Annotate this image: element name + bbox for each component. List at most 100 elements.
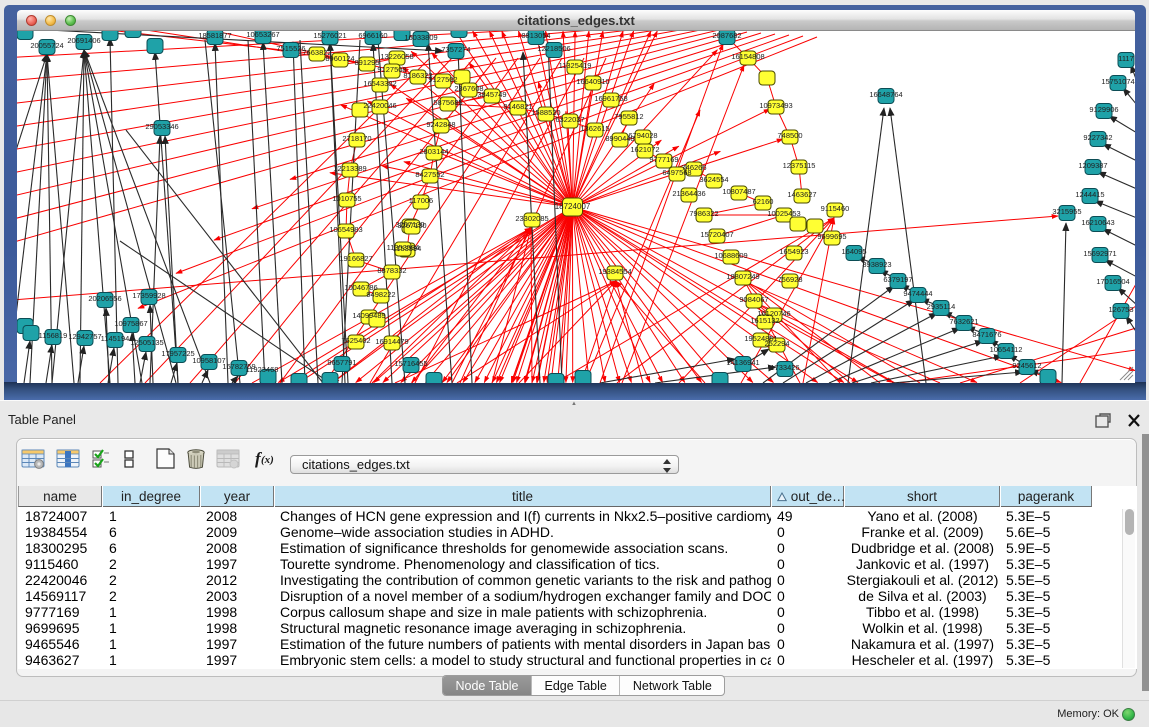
svg-text:3215955: 3215955 [1052, 207, 1081, 216]
svg-text:29053346: 29053346 [145, 122, 178, 131]
svg-text:7357274: 7357274 [441, 45, 470, 54]
svg-text:9129906: 9129906 [1089, 105, 1118, 114]
svg-text:16154808: 16154808 [731, 52, 764, 61]
svg-text:7625402: 7625402 [341, 336, 370, 345]
svg-text:10654983: 10654983 [329, 225, 362, 234]
svg-text:3845749: 3845749 [477, 90, 506, 99]
svg-text:15751074: 15751074 [1101, 77, 1134, 86]
svg-text:1463627: 1463627 [787, 190, 816, 199]
svg-text:6794028: 6794028 [628, 131, 657, 140]
svg-text:164095: 164095 [841, 247, 866, 256]
svg-text:1615132: 1615132 [750, 316, 779, 325]
svg-text:8813054: 8813054 [521, 31, 550, 40]
svg-text:748500: 748500 [777, 131, 802, 140]
svg-text:1733426: 1733426 [770, 363, 799, 372]
svg-text:1621072: 1621072 [630, 145, 659, 154]
svg-text:9498222: 9498222 [366, 290, 395, 299]
svg-text:9699695: 9699695 [817, 232, 846, 241]
svg-text:20206556: 20206556 [88, 294, 121, 303]
svg-text:20055724: 20055724 [30, 41, 63, 50]
svg-text:21364436: 21364436 [672, 189, 705, 198]
svg-text:9115460: 9115460 [821, 204, 850, 213]
svg-text:12218506: 12218506 [537, 44, 570, 53]
svg-text:6379197: 6379197 [883, 275, 912, 284]
svg-text:16648764: 16648764 [869, 90, 902, 99]
svg-text:8427552: 8427552 [415, 170, 444, 179]
svg-text:756928: 756928 [777, 275, 802, 284]
svg-text:(x): (x) [261, 454, 274, 466]
svg-text:10653267: 10653267 [246, 31, 279, 39]
svg-text:1654923: 1654923 [779, 247, 808, 256]
svg-text:9227342: 9227342 [1083, 133, 1112, 142]
svg-text:16640910: 16640910 [576, 77, 609, 86]
svg-text:10025453: 10025453 [767, 209, 800, 218]
svg-text:19166827: 19166827 [339, 254, 372, 263]
svg-text:117006: 117006 [409, 196, 433, 205]
svg-text:10958107: 10958107 [192, 356, 225, 365]
svg-text:9777169: 9777169 [649, 155, 678, 164]
svg-text:16210643: 16210643 [1081, 218, 1114, 227]
svg-text:8960124: 8960124 [325, 54, 354, 63]
svg-text:1209387: 1209387 [1078, 161, 1107, 170]
svg-text:12942757: 12942757 [68, 332, 101, 341]
svg-text:9657791: 9657791 [327, 358, 356, 367]
svg-text:1117: 1117 [1118, 54, 1134, 63]
svg-text:18581877: 18581877 [198, 31, 231, 40]
svg-text:9242848: 9242848 [426, 120, 455, 129]
svg-text:18807249: 18807249 [726, 272, 759, 281]
svg-text:7955812: 7955812 [614, 112, 643, 121]
svg-text:9127502: 9127502 [428, 75, 457, 84]
svg-text:126753: 126753 [1108, 305, 1133, 314]
svg-text:16914479: 16914479 [375, 337, 408, 346]
svg-text:14136941: 14136941 [726, 358, 759, 367]
svg-text:7986322: 7986322 [689, 209, 718, 218]
svg-text:23302085: 23302085 [515, 214, 548, 223]
svg-text:9474444: 9474444 [903, 289, 932, 298]
svg-text:17016504: 17016504 [1096, 277, 1129, 286]
svg-text:6966160: 6966160 [358, 31, 387, 40]
svg-text:1156819: 1156819 [39, 331, 68, 340]
svg-text:12505135: 12505135 [130, 338, 163, 347]
svg-text:1244415: 1244415 [1075, 190, 1104, 199]
svg-text:16961758: 16961758 [594, 94, 627, 103]
svg-text:17359928: 17359928 [132, 291, 165, 300]
svg-text:19384554: 19384554 [598, 267, 631, 276]
svg-text:2087682: 2087682 [712, 31, 741, 40]
svg-text:22420046: 22420046 [363, 101, 396, 110]
svg-text:20691406: 20691406 [67, 36, 100, 45]
svg-text:15276021: 15276021 [313, 31, 346, 40]
svg-text:1010755: 1010755 [332, 194, 361, 203]
svg-text:8878332: 8878332 [377, 266, 406, 275]
svg-text:2803144: 2803144 [419, 147, 448, 156]
svg-text:6497568: 6497568 [662, 168, 691, 177]
svg-text:18724007: 18724007 [555, 202, 591, 211]
svg-text:11923468: 11923468 [246, 365, 279, 374]
svg-text:10975867: 10975867 [114, 319, 147, 328]
svg-text:13226058: 13226058 [380, 52, 413, 61]
svg-text:12375115: 12375115 [783, 161, 816, 170]
svg-text:10688609: 10688609 [714, 251, 747, 260]
svg-text:5875685: 5875685 [433, 98, 462, 107]
svg-text:12213389: 12213389 [333, 164, 366, 173]
svg-text:14099489: 14099489 [352, 311, 385, 320]
svg-text:7632621: 7632621 [949, 317, 978, 326]
svg-text:10973493: 10973493 [759, 101, 792, 110]
svg-text:11353594: 11353594 [387, 243, 420, 252]
svg-text:17957225: 17957225 [161, 349, 194, 358]
svg-text:15692971: 15692971 [1083, 249, 1116, 258]
svg-text:891295: 891295 [354, 58, 379, 67]
svg-text:7515526: 7515526 [276, 44, 305, 53]
svg-text:3267130: 3267130 [397, 221, 426, 230]
svg-text:1362615: 1362615 [580, 124, 609, 133]
svg-text:15720407: 15720407 [700, 230, 733, 239]
svg-text:9245612: 9245612 [1012, 361, 1041, 370]
svg-text:9084067: 9084067 [739, 295, 768, 304]
svg-text:8471676: 8471676 [972, 330, 1001, 339]
svg-text:3624554: 3624554 [699, 175, 728, 184]
svg-text:16543382: 16543382 [363, 79, 396, 88]
svg-text:10654112: 10654112 [990, 345, 1023, 354]
svg-text:15716455: 15716455 [394, 359, 427, 368]
svg-text:2718170: 2718170 [342, 134, 371, 143]
svg-text:9127508: 9127508 [377, 65, 406, 74]
svg-text:2935114: 2935114 [927, 302, 956, 311]
